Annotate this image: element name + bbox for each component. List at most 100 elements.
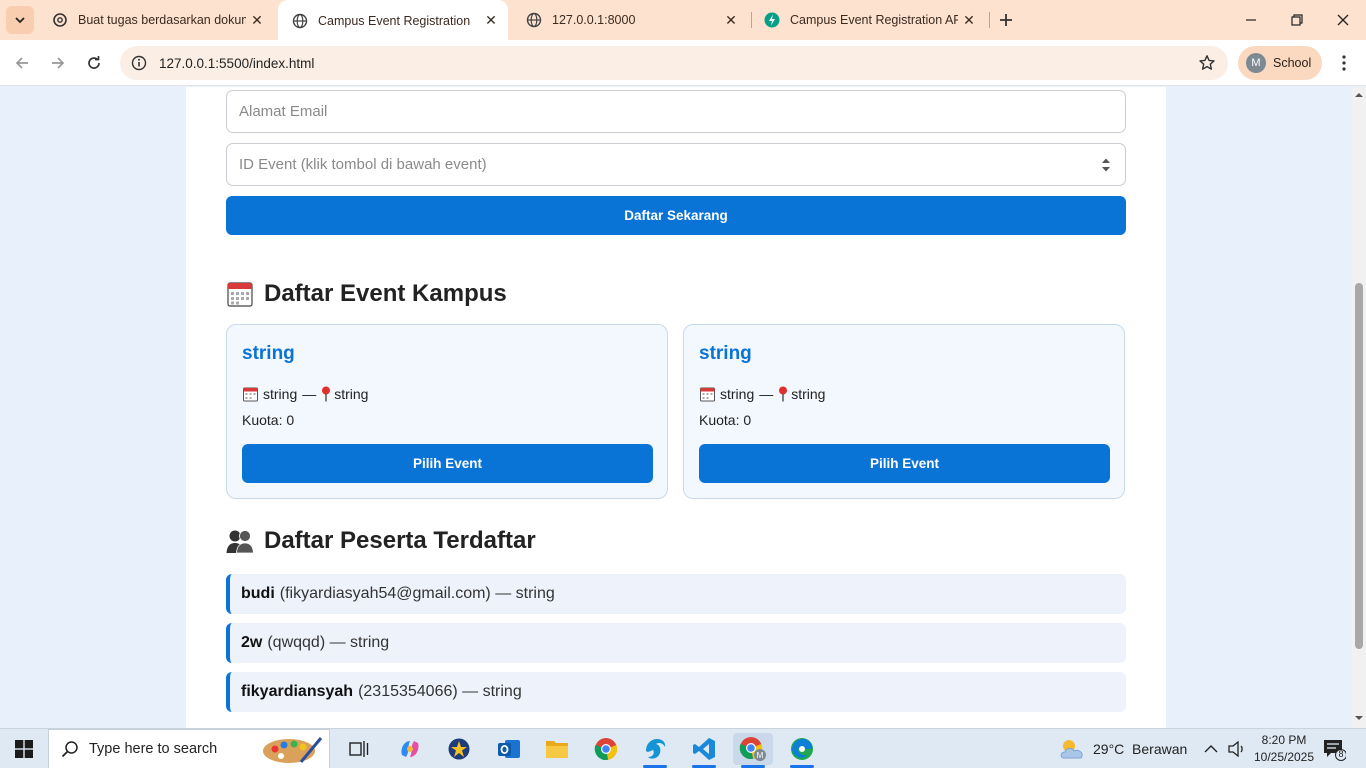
scroll-down-icon[interactable] xyxy=(1355,714,1363,722)
page-viewport: Alamat Email ID Event (klik tombol di ba… xyxy=(0,87,1352,728)
event-meta: string — string xyxy=(699,386,825,402)
taskbar-clock[interactable]: 8:20 PM 10/25/2025 xyxy=(1248,732,1320,766)
participant-detail: (2315354066) — string xyxy=(358,683,522,700)
back-button[interactable] xyxy=(8,49,36,77)
number-spinner-icon[interactable] xyxy=(1101,157,1111,177)
chrome-profile-button[interactable]: M xyxy=(733,733,773,768)
participant-detail: (fikyardiasyah54@gmail.com) — string xyxy=(279,585,555,602)
chrome-icon xyxy=(594,738,618,761)
event-card: string string — string Kuota: 0 Pilih Ev… xyxy=(226,324,668,499)
search-placeholder: Type here to search xyxy=(89,741,218,757)
close-tab-icon[interactable]: ✕ xyxy=(720,9,742,31)
calendar-icon xyxy=(226,280,254,308)
calendar-icon xyxy=(699,386,715,402)
chrome-profile-icon: M xyxy=(739,737,766,761)
close-tab-icon[interactable]: ✕ xyxy=(958,9,980,31)
address-bar[interactable]: 127.0.0.1:5500/index.html xyxy=(120,46,1228,80)
location-pin-icon xyxy=(321,386,331,402)
site-info-icon[interactable] xyxy=(122,55,156,71)
event-location: string xyxy=(791,386,826,402)
star-shield-icon xyxy=(448,738,470,760)
clock-time: 8:20 PM xyxy=(1261,733,1307,747)
start-button[interactable] xyxy=(0,729,48,768)
event-id-field[interactable]: ID Event (klik tombol di bawah event) xyxy=(226,143,1126,186)
participant-name: 2w xyxy=(241,634,263,651)
reload-button[interactable] xyxy=(80,49,108,77)
close-tab-icon[interactable]: ✕ xyxy=(480,10,502,32)
reload-icon xyxy=(88,56,100,69)
copilot-icon xyxy=(401,741,419,757)
browser-toolbar: 127.0.0.1:5500/index.html M School xyxy=(0,40,1366,86)
profile-name: School xyxy=(1273,56,1312,70)
copilot-button[interactable] xyxy=(390,733,430,765)
outlook-button[interactable] xyxy=(489,733,529,765)
bookmark-star-icon[interactable] xyxy=(1198,54,1216,77)
close-window-button[interactable] xyxy=(1320,0,1366,40)
edge-app-button[interactable] xyxy=(635,733,675,768)
main-container: Alamat Email ID Event (klik tombol di ba… xyxy=(186,87,1166,728)
folder-icon xyxy=(546,741,568,758)
event-date: string xyxy=(720,386,755,402)
email-field[interactable]: Alamat Email xyxy=(226,90,1126,133)
events-title: Daftar Event Kampus xyxy=(264,280,507,307)
fastapi-icon xyxy=(764,12,780,28)
event-id-placeholder: ID Event (klik tombol di bawah event) xyxy=(239,156,487,173)
users-icon xyxy=(226,527,254,555)
location-pin-icon xyxy=(778,386,788,402)
tab-campus-event[interactable]: Campus Event Registration ✕ xyxy=(278,0,508,41)
page-scrollbar[interactable] xyxy=(1352,87,1366,728)
tab-title: Buat tugas berdasarkan dokume xyxy=(78,13,246,27)
speaker-icon xyxy=(1228,741,1243,757)
vscode-button[interactable] xyxy=(684,733,724,768)
avatar: M xyxy=(1246,53,1266,73)
svg-text:M: M xyxy=(757,751,764,760)
minimize-button[interactable] xyxy=(1228,0,1274,40)
tab-title: Campus Event Registration API xyxy=(790,13,958,27)
notification-center-button[interactable]: 8 xyxy=(1322,737,1347,761)
event-quota: Kuota: 0 xyxy=(699,412,752,428)
paint-palette-icon xyxy=(261,734,323,768)
edge-button[interactable] xyxy=(782,733,822,768)
globe-icon xyxy=(292,13,308,29)
select-event-button[interactable]: Pilih Event xyxy=(242,444,653,483)
participants-heading: Daftar Peserta Terdaftar xyxy=(226,527,536,555)
volume-button[interactable] xyxy=(1228,729,1246,768)
tab-chatgpt[interactable]: Buat tugas berdasarkan dokume ✕ xyxy=(38,0,274,40)
tab-localhost-8000[interactable]: 127.0.0.1:8000 ✕ xyxy=(512,0,748,40)
tab-api-docs[interactable]: Campus Event Registration API ✕ xyxy=(750,0,986,40)
register-button[interactable]: Daftar Sekarang xyxy=(226,196,1126,235)
taskbar: Type here to search M 29°C Berawan 8:20 … xyxy=(0,728,1366,768)
tab-search-button[interactable] xyxy=(6,6,34,34)
search-icon xyxy=(61,740,79,758)
arrow-left-icon xyxy=(15,57,28,69)
forward-button[interactable] xyxy=(44,49,72,77)
new-tab-button[interactable] xyxy=(994,8,1018,32)
task-view-icon xyxy=(349,741,369,757)
chrome-button[interactable] xyxy=(586,733,626,765)
close-icon xyxy=(1337,14,1349,26)
tab-bar: Buat tugas berdasarkan dokume ✕ Campus E… xyxy=(0,0,1366,41)
show-hidden-icons-button[interactable] xyxy=(1204,729,1218,768)
outlook-icon xyxy=(498,740,520,758)
file-explorer-button[interactable] xyxy=(537,733,577,765)
event-name: string xyxy=(242,343,295,364)
app-button[interactable] xyxy=(439,733,479,765)
select-event-button[interactable]: Pilih Event xyxy=(699,444,1110,483)
weather-widget[interactable]: 29°C Berawan xyxy=(1058,729,1187,768)
tab-title: 127.0.0.1:8000 xyxy=(552,13,636,27)
taskbar-search[interactable]: Type here to search xyxy=(48,729,330,768)
profile-button[interactable]: M School xyxy=(1238,46,1322,80)
task-view-button[interactable] xyxy=(339,733,379,765)
tab-title: Campus Event Registration xyxy=(318,13,471,28)
scroll-up-icon[interactable] xyxy=(1355,91,1363,99)
windows-icon xyxy=(15,740,33,758)
weather-text: 29°C Berawan xyxy=(1093,741,1188,757)
close-tab-icon[interactable]: ✕ xyxy=(246,9,268,31)
browser-menu-button[interactable] xyxy=(1332,49,1356,77)
restore-button[interactable] xyxy=(1274,0,1320,40)
participant-item: budi (fikyardiasyah54@gmail.com) — strin… xyxy=(226,574,1126,614)
scrollbar-thumb[interactable] xyxy=(1355,283,1363,649)
events-heading: Daftar Event Kampus xyxy=(226,280,507,308)
app-blue-icon xyxy=(646,739,666,759)
notification-count: 8 xyxy=(1338,749,1344,759)
